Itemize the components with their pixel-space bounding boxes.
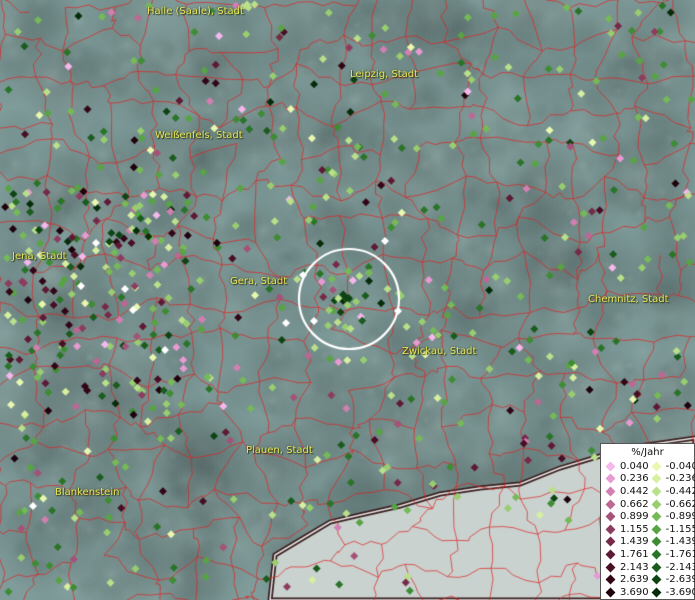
legend-swatch bbox=[605, 536, 616, 547]
legend-row: 0.236 -0.236 bbox=[603, 473, 695, 486]
legend-swatch bbox=[651, 536, 662, 547]
legend-value: -2.143 bbox=[665, 561, 695, 573]
legend-negative-entry: -0.662 bbox=[649, 499, 695, 510]
legend-swatch bbox=[651, 574, 662, 585]
legend-swatch bbox=[651, 486, 662, 497]
legend-swatch bbox=[605, 562, 616, 572]
legend-row: 0.442 -0.442 bbox=[603, 485, 695, 498]
legend-swatch bbox=[605, 461, 616, 472]
legend-positive-entry: 2.639 bbox=[603, 574, 649, 585]
legend-negative-entry: -1.439 bbox=[649, 536, 695, 547]
legend-negative-entry: -2.143 bbox=[649, 562, 695, 573]
legend-positive-entry: 0.899 bbox=[603, 511, 649, 522]
legend-row: 0.040 -0.040 bbox=[603, 460, 695, 473]
legend-positive-entry: 0.662 bbox=[603, 499, 649, 510]
legend-positive-entry: 1.761 bbox=[603, 549, 649, 560]
legend-swatch bbox=[651, 562, 662, 572]
legend-negative-entry: -0.899 bbox=[649, 511, 695, 522]
legend-swatch bbox=[605, 486, 616, 497]
legend: %/Jahr 0.040 -0.040 0.236 -0.236 0.442 -0.442… bbox=[600, 443, 695, 600]
legend-row: 1.761 -1.761 bbox=[603, 548, 695, 561]
legend-value: 3.690 bbox=[620, 586, 649, 598]
legend-positive-entry: 2.143 bbox=[603, 562, 649, 573]
legend-value: -2.639 bbox=[665, 574, 695, 586]
legend-swatch bbox=[651, 549, 662, 560]
legend-positive-entry: 1.439 bbox=[603, 536, 649, 547]
legend-row: 1.439 -1.439 bbox=[603, 536, 695, 549]
legend-row: 0.662 -0.662 bbox=[603, 498, 695, 511]
city-label-chemnitz: Chemnitz, Stadt bbox=[588, 294, 669, 305]
legend-negative-entry: -0.236 bbox=[649, 473, 695, 484]
legend-swatch bbox=[605, 549, 616, 560]
legend-positive-entry: 1.155 bbox=[603, 524, 649, 535]
legend-negative-entry: -1.761 bbox=[649, 549, 695, 560]
legend-swatch bbox=[605, 499, 616, 510]
legend-value: -3.690 bbox=[665, 586, 695, 598]
legend-value: -0.662 bbox=[665, 498, 695, 510]
legend-swatch bbox=[651, 473, 662, 484]
legend-value: -1.761 bbox=[665, 548, 695, 560]
legend-value: 1.155 bbox=[620, 523, 649, 535]
legend-positive-entry: 0.040 bbox=[603, 461, 649, 472]
legend-title: %/Jahr bbox=[631, 447, 664, 458]
legend-value: -0.040 bbox=[665, 460, 695, 472]
legend-value: -1.439 bbox=[665, 536, 695, 548]
legend-value: 1.761 bbox=[620, 548, 649, 560]
legend-swatch bbox=[651, 461, 662, 472]
legend-positive-entry: 0.236 bbox=[603, 473, 649, 484]
legend-swatch bbox=[605, 587, 616, 598]
legend-value: 0.899 bbox=[620, 511, 649, 523]
legend-value: -0.236 bbox=[665, 473, 695, 485]
legend-value: 1.439 bbox=[620, 536, 649, 548]
legend-value: 2.639 bbox=[620, 574, 649, 586]
legend-value: 0.040 bbox=[620, 460, 649, 472]
legend-swatch bbox=[605, 511, 616, 522]
legend-negative-entry: -0.040 bbox=[649, 461, 695, 472]
legend-positive-entry: 0.442 bbox=[603, 486, 649, 497]
legend-row: 1.155 -1.155 bbox=[603, 523, 695, 536]
legend-value: 0.442 bbox=[620, 485, 649, 497]
legend-swatch bbox=[651, 587, 662, 598]
legend-swatch bbox=[651, 524, 662, 535]
legend-swatch bbox=[651, 499, 662, 510]
legend-value: 2.143 bbox=[620, 561, 649, 573]
city-label-plauen: Plauen, Stadt bbox=[246, 445, 313, 456]
legend-value: -1.155 bbox=[665, 523, 695, 535]
city-label-gera: Gera, Stadt bbox=[230, 276, 288, 287]
legend-row: 3.690 -3.690 bbox=[603, 586, 695, 599]
city-label-leipzig: Leipzig, Stadt bbox=[350, 69, 419, 80]
legend-negative-entry: -2.639 bbox=[649, 574, 695, 585]
legend-rows: 0.040 -0.040 0.236 -0.236 0.442 -0.442 0.662 -0… bbox=[603, 460, 695, 599]
city-label-weissenfels: Weißenfels, Stadt bbox=[155, 130, 243, 141]
legend-row: 0.899 -0.899 bbox=[603, 510, 695, 523]
city-label-halle: Halle (Saale), Stadt bbox=[147, 6, 244, 17]
legend-value: 0.662 bbox=[620, 498, 649, 510]
legend-negative-entry: -3.690 bbox=[649, 587, 695, 598]
city-label-zwickau: Zwickau, Stadt bbox=[402, 346, 477, 357]
legend-positive-entry: 3.690 bbox=[603, 587, 649, 598]
legend-negative-entry: -1.155 bbox=[649, 524, 695, 535]
legend-swatch bbox=[605, 574, 616, 585]
city-label-blankenstein: Blankenstein bbox=[55, 487, 120, 498]
legend-value: 0.236 bbox=[620, 473, 649, 485]
legend-swatch bbox=[651, 511, 662, 522]
city-label-jena: Jena, Stadt bbox=[12, 251, 67, 262]
legend-negative-entry: -0.442 bbox=[649, 486, 695, 497]
legend-value: -0.442 bbox=[665, 485, 695, 497]
legend-value: -0.899 bbox=[665, 511, 695, 523]
legend-swatch bbox=[605, 473, 616, 484]
legend-row: 2.143 -2.143 bbox=[603, 561, 695, 574]
legend-swatch bbox=[605, 524, 616, 535]
legend-row: 2.639 -2.639 bbox=[603, 573, 695, 586]
